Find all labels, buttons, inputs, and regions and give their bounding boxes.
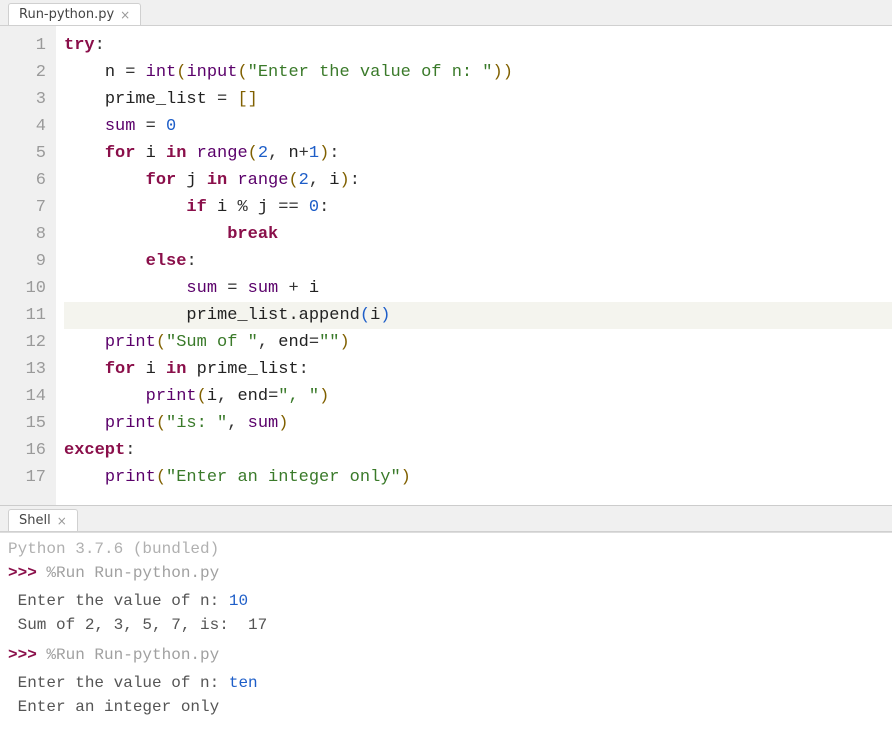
code-content[interactable]: try: n = int(input("Enter the value of n… — [56, 26, 892, 505]
line-number: 11 — [10, 302, 46, 329]
close-icon[interactable]: × — [57, 514, 67, 528]
code-line: for j in range(2, i): — [64, 167, 892, 194]
line-number: 5 — [10, 140, 46, 167]
code-line: sum = 0 — [64, 113, 892, 140]
shell-tab-bar: Shell × — [0, 506, 892, 532]
code-line: n = int(input("Enter the value of n: ")) — [64, 59, 892, 86]
editor-tab-active[interactable]: Run-python.py × — [8, 3, 141, 25]
line-number: 12 — [10, 329, 46, 356]
line-number: 3 — [10, 86, 46, 113]
line-number: 8 — [10, 221, 46, 248]
editor-tab-bar: Run-python.py × — [0, 0, 892, 26]
code-line: sum = sum + i — [64, 275, 892, 302]
line-number: 15 — [10, 410, 46, 437]
line-number: 13 — [10, 356, 46, 383]
code-line: print("is: ", sum) — [64, 410, 892, 437]
code-line: if i % j == 0: — [64, 194, 892, 221]
line-number: 1 — [10, 32, 46, 59]
line-number: 9 — [10, 248, 46, 275]
line-number: 16 — [10, 437, 46, 464]
line-number: 14 — [10, 383, 46, 410]
editor-tab-label: Run-python.py — [19, 7, 114, 22]
shell-tab-label: Shell — [19, 513, 51, 528]
code-line: for i in range(2, n+1): — [64, 140, 892, 167]
line-number: 2 — [10, 59, 46, 86]
code-editor[interactable]: 1234567891011121314151617 try: n = int(i… — [0, 26, 892, 506]
line-number: 6 — [10, 167, 46, 194]
line-number-gutter: 1234567891011121314151617 — [0, 26, 56, 505]
line-number: 10 — [10, 275, 46, 302]
code-line: print(i, end=", ") — [64, 383, 892, 410]
shell-output: Python 3.7.6 (bundled)>>> %Run Run-pytho… — [0, 533, 892, 723]
code-line: prime_list.append(i) — [64, 302, 892, 329]
code-line: print("Sum of ", end="") — [64, 329, 892, 356]
code-line: try: — [64, 32, 892, 59]
line-number: 7 — [10, 194, 46, 221]
code-line: break — [64, 221, 892, 248]
code-line: else: — [64, 248, 892, 275]
line-number: 17 — [10, 464, 46, 491]
shell-panel[interactable]: Python 3.7.6 (bundled)>>> %Run Run-pytho… — [0, 532, 892, 732]
shell-tab-active[interactable]: Shell × — [8, 509, 78, 531]
line-number: 4 — [10, 113, 46, 140]
code-line: prime_list = [] — [64, 86, 892, 113]
code-line: except: — [64, 437, 892, 464]
code-line: for i in prime_list: — [64, 356, 892, 383]
code-line: print("Enter an integer only") — [64, 464, 892, 491]
close-icon[interactable]: × — [120, 8, 130, 22]
